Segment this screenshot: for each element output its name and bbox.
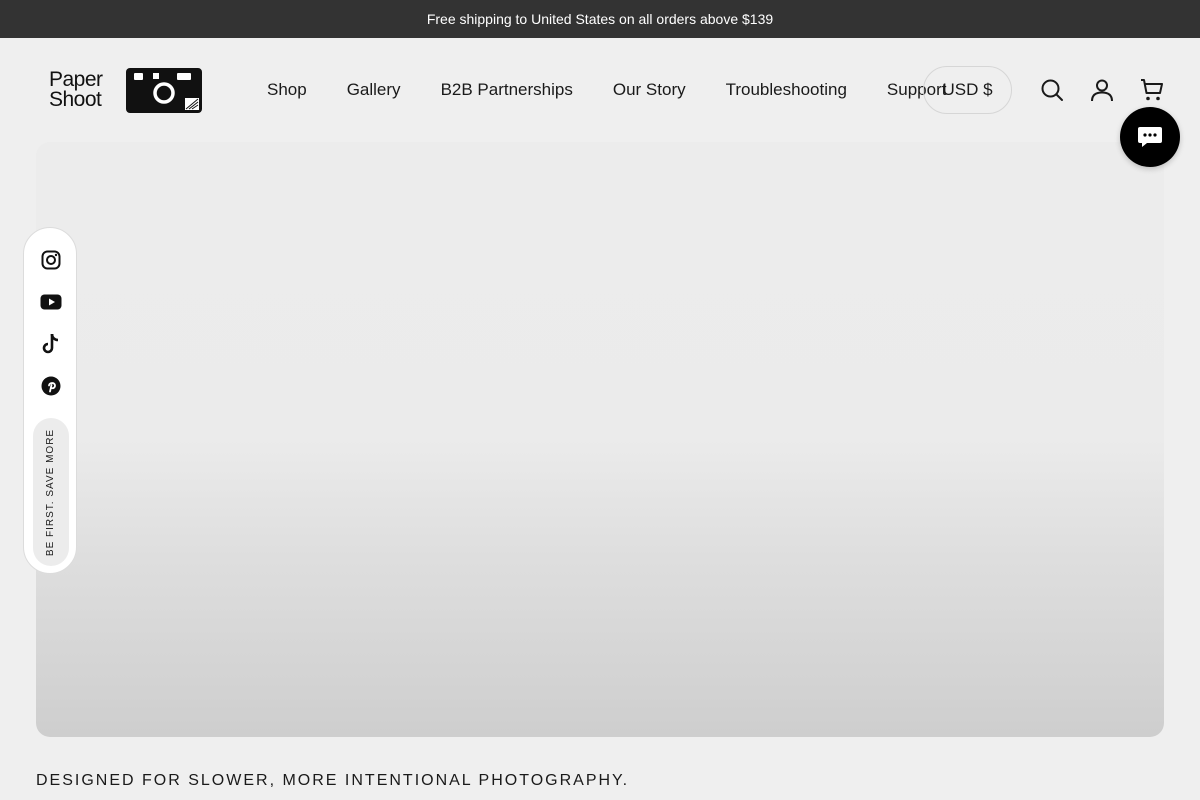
promo-label: BE FIRST. SAVE MORE bbox=[45, 428, 57, 556]
social-sidebar: BE FIRST. SAVE MORE bbox=[23, 227, 77, 574]
chat-launcher[interactable] bbox=[1120, 107, 1180, 167]
logo-line-1: Paper bbox=[49, 68, 103, 91]
announcement-text: Free shipping to United States on all or… bbox=[426, 11, 774, 27]
currency-selector[interactable]: USD $ bbox=[923, 66, 1012, 114]
account-icon[interactable] bbox=[1090, 78, 1114, 102]
cart-icon[interactable] bbox=[1140, 78, 1164, 102]
logo-wordmark: Paper Shoot bbox=[49, 68, 121, 111]
site-header: Paper Shoot Shop Gallery B2B Partnership… bbox=[0, 38, 1200, 142]
nav-our-story[interactable]: Our Story bbox=[613, 80, 686, 100]
pinterest-icon[interactable] bbox=[40, 375, 62, 397]
announcement-bar: Free shipping to United States on all or… bbox=[0, 0, 1200, 38]
main-nav: Shop Gallery B2B Partnerships Our Story … bbox=[267, 78, 946, 102]
nav-b2b-partnerships[interactable]: B2B Partnerships bbox=[441, 80, 573, 100]
nav-troubleshooting[interactable]: Troubleshooting bbox=[726, 80, 847, 100]
instagram-icon[interactable] bbox=[40, 249, 62, 271]
logo-line-2: Shoot bbox=[49, 88, 102, 111]
camera-logo-icon bbox=[126, 68, 202, 113]
hero-banner bbox=[36, 142, 1164, 737]
youtube-icon[interactable] bbox=[40, 291, 62, 313]
logo[interactable]: Paper Shoot bbox=[49, 66, 203, 114]
chat-icon bbox=[1138, 127, 1162, 147]
promo-tab[interactable]: BE FIRST. SAVE MORE bbox=[33, 418, 69, 566]
tiktok-icon[interactable] bbox=[40, 333, 62, 355]
nav-gallery[interactable]: Gallery bbox=[347, 80, 401, 100]
nav-shop[interactable]: Shop bbox=[267, 80, 307, 100]
search-icon[interactable] bbox=[1040, 78, 1064, 102]
tagline: DESIGNED FOR SLOWER, MORE INTENTIONAL PH… bbox=[36, 772, 630, 789]
